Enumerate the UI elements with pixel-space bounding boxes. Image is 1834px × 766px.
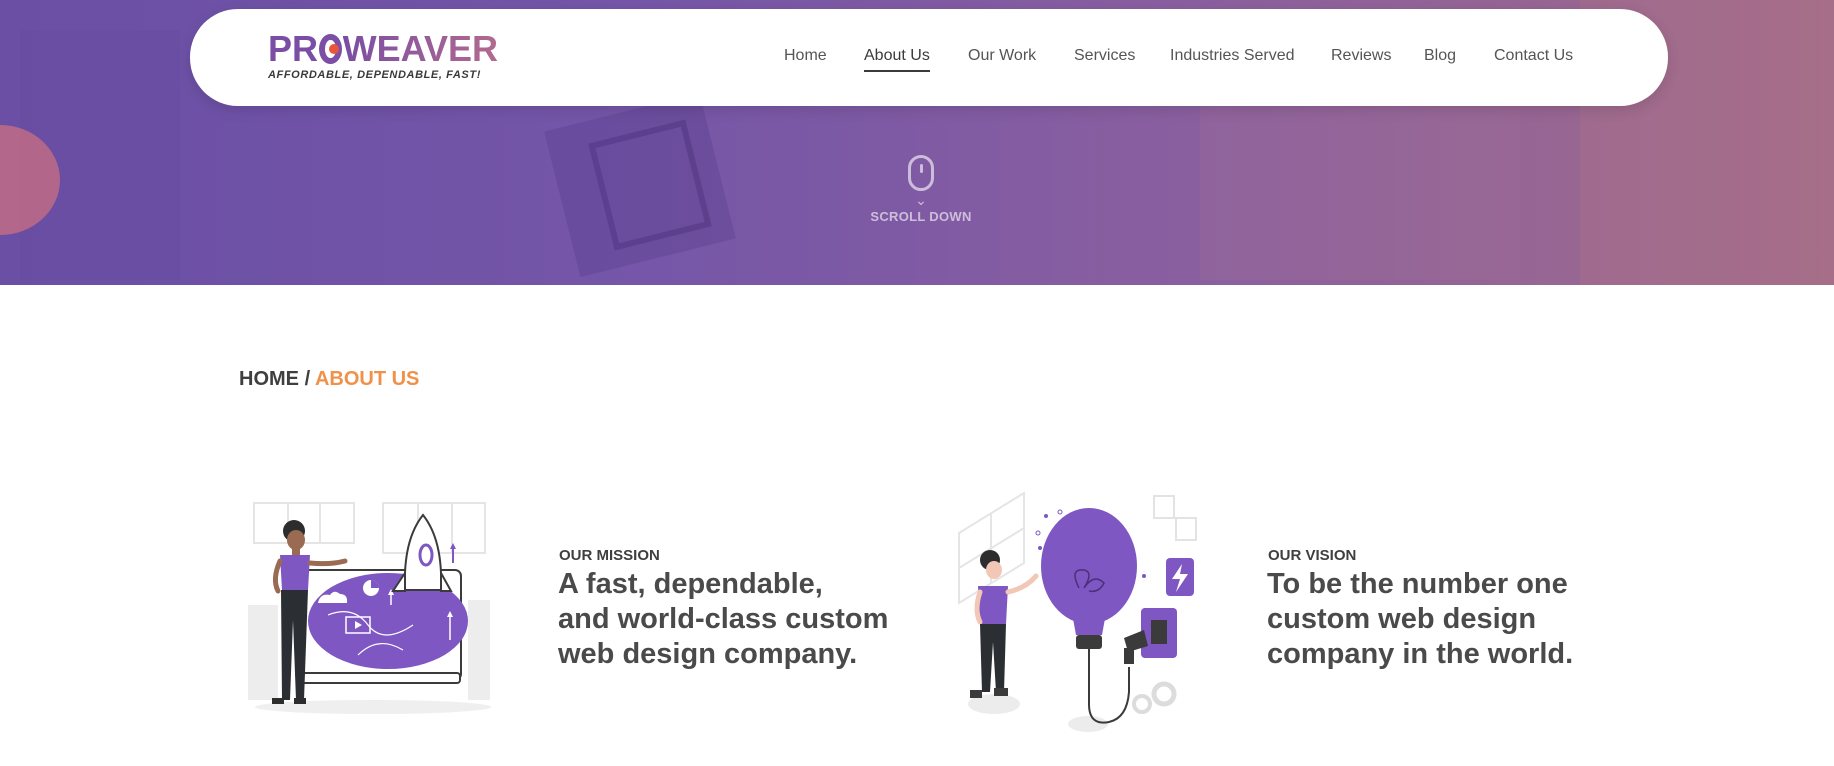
nav-home[interactable]: Home — [784, 47, 827, 65]
site-logo[interactable]: PR WEAVER AFFORDABLE, DEPENDABLE, FAST! — [268, 31, 498, 89]
mouse-icon — [908, 155, 934, 191]
chevron-down-icon: ⌄ — [915, 192, 927, 208]
mission-heading-line: and world-class custom — [558, 603, 889, 635]
vision-eyebrow: OUR VISION — [1268, 547, 1357, 564]
logo-tagline: AFFORDABLE, DEPENDABLE, FAST! — [268, 69, 481, 81]
scroll-down-label: SCROLL DOWN — [870, 209, 972, 224]
top-navigation-bar: PR WEAVER AFFORDABLE, DEPENDABLE, FAST! H… — [190, 9, 1668, 106]
breadcrumb: HOME / ABOUT US — [239, 368, 419, 391]
nav-about-us[interactable]: About Us — [864, 47, 930, 72]
mission-illustration — [248, 502, 491, 714]
mission-heading-line: web design company. — [558, 638, 858, 670]
breadcrumb-current: ABOUT US — [314, 368, 420, 390]
mission-heading-line: A fast, dependable, — [558, 568, 823, 600]
breadcrumb-home[interactable]: HOME — [239, 368, 299, 390]
breadcrumb-separator: / — [304, 368, 311, 390]
scroll-down-indicator[interactable]: ⌄ SCROLL DOWN — [866, 155, 976, 224]
vision-heading: To be the number one custom web design c… — [1267, 567, 1573, 672]
vision-heading-line: To be the number one — [1267, 568, 1568, 600]
nav-blog[interactable]: Blog — [1424, 47, 1456, 65]
vision-heading-line: custom web design — [1267, 603, 1537, 635]
nav-industries-served[interactable]: Industries Served — [1170, 47, 1295, 65]
logo-wordmark: PR WEAVER — [268, 28, 498, 69]
nav-contact-us[interactable]: Contact Us — [1494, 47, 1573, 65]
mission-eyebrow: OUR MISSION — [559, 547, 660, 564]
vision-illustration — [958, 491, 1197, 732]
mission-heading: A fast, dependable, and world-class cust… — [558, 567, 888, 672]
vision-heading-line: company in the world. — [1267, 638, 1574, 670]
nav-reviews[interactable]: Reviews — [1331, 47, 1391, 65]
logo-ring-icon — [319, 34, 342, 64]
nav-services[interactable]: Services — [1074, 47, 1135, 65]
nav-our-work[interactable]: Our Work — [968, 47, 1036, 65]
